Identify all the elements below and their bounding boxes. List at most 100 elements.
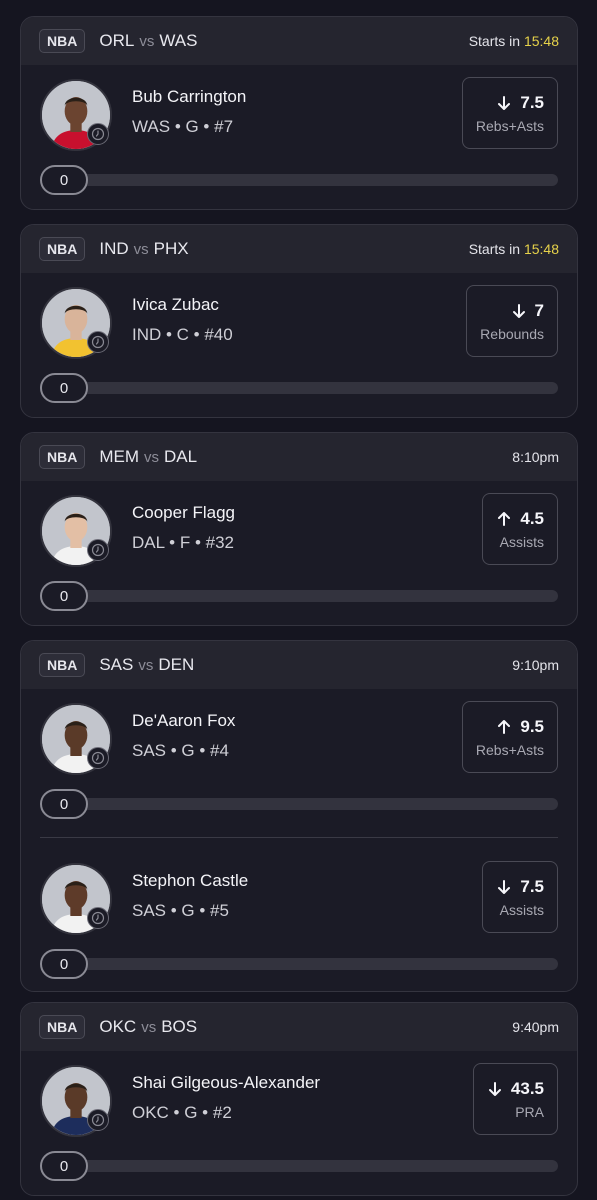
start-time-value: 15:48 (523, 33, 559, 49)
home-team: OKC (99, 1017, 137, 1036)
vs-label: vs (138, 657, 154, 674)
player-meta: WAS • G • #7 (132, 117, 234, 136)
player-meta: SAS • G • #5 (132, 901, 229, 920)
matchup[interactable]: SAS vs DEN (99, 655, 194, 675)
prop-line: 4.5 (496, 509, 544, 529)
progress-track (60, 1160, 558, 1172)
progress-bar: 0 (40, 789, 558, 819)
progress-bar: 0 (40, 165, 558, 195)
arrow-down-icon (487, 1081, 511, 1097)
game-card: NBA ORL vs WAS Starts in 15:48 Bub Carringto… (20, 16, 578, 210)
prop-stat-label: Rebs+Asts (475, 117, 544, 134)
progress-track (60, 590, 558, 602)
player-row[interactable]: De'Aaron Fox SAS • G • #4 9.5 Rebs+Asts 0 (21, 689, 577, 837)
player-row[interactable]: Shai Gilgeous-Alexander OKC • G • #2 43.5 P… (21, 1051, 577, 1195)
prop-line-button[interactable]: 7.5 Assists (482, 861, 558, 933)
away-team: WAS (159, 31, 198, 50)
prop-line-button[interactable]: 7 Rebounds (466, 285, 558, 357)
prop-line: 43.5 (487, 1079, 544, 1099)
game-start-time: 8:10pm (512, 449, 559, 465)
away-team: BOS (161, 1017, 198, 1036)
clock-icon (87, 539, 109, 561)
player-name: Shai Gilgeous-Alexander (132, 1073, 321, 1092)
game-start-time: Starts in 15:48 (469, 33, 559, 49)
game-start-time: Starts in 15:48 (469, 241, 559, 257)
game-card: NBA OKC vs BOS 9:40pm Shai Gilgeous-Alexande… (20, 1002, 578, 1196)
game-start-time: 9:10pm (512, 657, 559, 673)
prop-line-value: 4.5 (520, 508, 544, 528)
prop-stat-label: Assists (499, 533, 544, 550)
clock-icon (87, 747, 109, 769)
progress-track (60, 798, 558, 810)
prop-line-button[interactable]: 43.5 PRA (472, 1063, 558, 1135)
game-header: NBA MEM vs DAL 8:10pm (21, 433, 577, 481)
starts-in-label: Starts in (468, 33, 524, 49)
prop-line: 7.5 (496, 877, 544, 897)
prop-stat-label: Rebs+Asts (475, 741, 544, 758)
prop-line: 7.5 (496, 93, 544, 113)
player-row[interactable]: Cooper Flagg DAL • F • #32 4.5 Assists 0 (21, 481, 577, 625)
game-card: NBA SAS vs DEN 9:10pm De'Aaron Fox SAS • G • … (20, 640, 578, 992)
matchup[interactable]: ORL vs WAS (99, 31, 197, 51)
prop-line-value: 7.5 (520, 876, 544, 896)
away-team: DEN (158, 655, 195, 674)
progress-value: 0 (40, 1151, 88, 1181)
league-badge: NBA (39, 237, 86, 261)
progress-bar: 0 (40, 949, 558, 979)
home-team: SAS (99, 655, 134, 674)
player-row[interactable]: Bub Carrington WAS • G • #7 7.5 Rebs+Asts 0 (21, 65, 577, 209)
game-card: NBA IND vs PHX Starts in 15:48 Ivica Zubac IN… (20, 224, 578, 418)
prop-line: 9.5 (496, 717, 544, 737)
progress-track (60, 958, 558, 970)
clock-icon (87, 907, 109, 929)
arrow-up-icon (496, 511, 520, 527)
progress-value: 0 (40, 373, 88, 403)
matchup[interactable]: IND vs PHX (99, 239, 188, 259)
prop-line-button[interactable]: 9.5 Rebs+Asts (461, 701, 558, 773)
progress-track (60, 382, 558, 394)
away-team: DAL (164, 447, 198, 466)
prop-line-value: 43.5 (510, 1078, 544, 1098)
progress-track (60, 174, 558, 186)
progress-bar: 0 (40, 581, 558, 611)
player-meta: OKC • G • #2 (132, 1103, 232, 1122)
game-header: NBA OKC vs BOS 9:40pm (21, 1003, 577, 1051)
start-time-value: 8:10pm (512, 449, 559, 465)
league-badge: NBA (39, 445, 86, 469)
prop-line: 7 (511, 301, 544, 321)
game-start-time: 9:40pm (512, 1019, 559, 1035)
player-meta: IND • C • #40 (132, 325, 233, 344)
arrow-down-icon (511, 303, 535, 319)
arrow-down-icon (496, 95, 520, 111)
matchup[interactable]: OKC vs BOS (99, 1017, 197, 1037)
progress-bar: 0 (40, 373, 558, 403)
player-name: Stephon Castle (132, 871, 249, 890)
start-time-value: 9:10pm (512, 657, 559, 673)
vs-label: vs (141, 1019, 157, 1036)
progress-value: 0 (40, 581, 88, 611)
vs-label: vs (144, 449, 160, 466)
prop-line-value: 9.5 (520, 716, 544, 736)
player-name: De'Aaron Fox (132, 711, 236, 730)
progress-bar: 0 (40, 1151, 558, 1181)
arrow-up-icon (496, 719, 520, 735)
away-team: PHX (153, 239, 189, 258)
home-team: ORL (99, 31, 135, 50)
vs-label: vs (139, 33, 155, 50)
vs-label: vs (133, 241, 149, 258)
prop-line-value: 7 (534, 300, 544, 320)
progress-value: 0 (40, 165, 88, 195)
prop-line-value: 7.5 (520, 92, 544, 112)
prop-stat-label: Assists (499, 901, 544, 918)
game-header: NBA ORL vs WAS Starts in 15:48 (21, 17, 577, 65)
player-meta: SAS • G • #4 (132, 741, 229, 760)
prop-line-button[interactable]: 4.5 Assists (482, 493, 558, 565)
start-time-value: 15:48 (523, 241, 559, 257)
player-row[interactable]: Ivica Zubac IND • C • #40 7 Rebounds 0 (21, 273, 577, 417)
prop-line-button[interactable]: 7.5 Rebs+Asts (461, 77, 558, 149)
start-time-value: 9:40pm (512, 1019, 559, 1035)
matchup[interactable]: MEM vs DAL (99, 447, 197, 467)
player-row[interactable]: Stephon Castle SAS • G • #5 7.5 Assists 0 (21, 849, 577, 991)
prop-stat-label: PRA (515, 1103, 544, 1120)
league-badge: NBA (39, 653, 86, 677)
